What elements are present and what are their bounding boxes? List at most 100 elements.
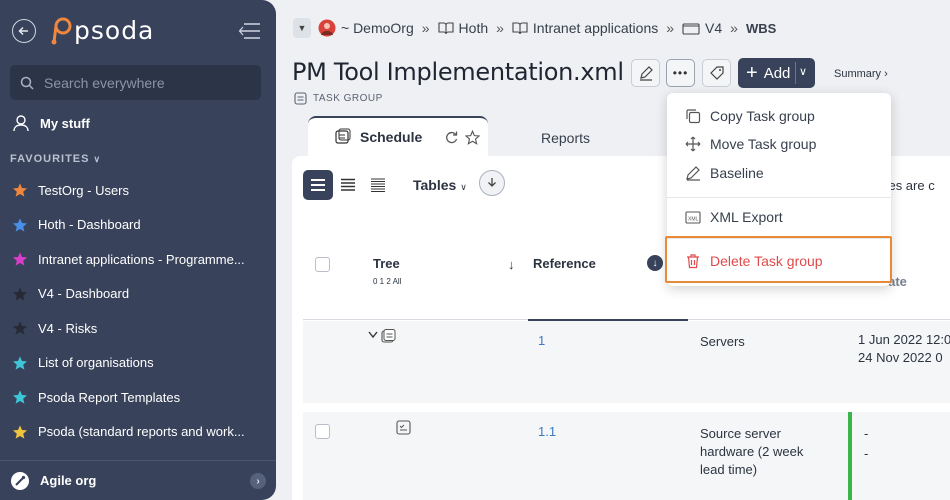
tab-reports[interactable]: Reports [541,130,590,146]
my-stuff-label: My stuff [40,115,90,131]
breadcrumb-separator: » [666,20,675,36]
download-button[interactable] [479,170,505,196]
row-start-date: 1 Jun 2022 12:0 [858,332,950,347]
back-button[interactable] [12,19,36,43]
psoda-logo-icon [51,17,72,45]
psoda-logo[interactable]: psoda [50,14,154,46]
search-icon [20,76,34,90]
chevron-right-icon[interactable]: › [250,473,266,489]
lines-icon [311,179,325,191]
favourite-label: V4 - Risks [38,320,98,336]
breadcrumb-item-current: WBS [746,21,776,36]
search-input[interactable] [44,74,244,91]
tree-header-label: Tree [373,256,400,271]
favourite-item[interactable]: V4 - Dashboard [12,277,262,312]
row-end-date: 24 Nov 2022 0 [858,350,943,365]
search-box[interactable] [10,65,261,100]
add-button[interactable]: + Add ∨ [738,58,815,88]
breadcrumb-item[interactable]: ~ DemoOrg [318,19,414,37]
density-compact-button[interactable] [363,170,393,200]
more-options-button[interactable]: ••• [666,59,695,87]
tables-label: Tables [413,177,457,193]
task-group-icon [381,329,396,343]
org-name: Agile org [40,473,97,488]
density-comfortable-button[interactable] [303,170,333,200]
chevron-down-icon: ∨ [93,154,102,164]
reference-header[interactable]: Reference [533,256,596,271]
menu-item-label: Baseline [710,165,764,181]
collapse-sidebar-icon[interactable] [238,22,262,40]
tab-tools [444,130,480,145]
tag-button[interactable] [702,59,731,87]
row-reference[interactable]: 1 [538,333,545,348]
task-icon [396,420,411,435]
lines-icon [371,178,385,192]
tab-label: Schedule [360,129,423,145]
row-name: Source server hardware (2 week lead time… [700,426,804,477]
tables-dropdown[interactable]: Tables ∨ [413,177,467,193]
breadcrumb-dropdown[interactable]: ▼ [293,18,311,38]
favourite-item[interactable]: V4 - Risks [12,311,262,346]
star-outline-icon[interactable] [465,130,480,145]
breadcrumb-item[interactable]: V4 [682,20,722,36]
breadcrumb-separator: » [496,20,504,36]
breadcrumb-item[interactable]: Intranet applications [512,20,658,36]
plus-icon: + [746,61,758,84]
task-group-icon [294,92,307,105]
breadcrumb-label: WBS [745,20,777,36]
menu-item-label: Copy Task group [710,108,815,124]
ellipsis-icon: ••• [672,66,689,80]
refresh-icon[interactable] [444,130,459,145]
favourite-item[interactable]: TestOrg - Users [12,173,262,208]
move-icon [685,136,701,152]
favourite-label: V4 - Dashboard [38,286,130,302]
edit-button[interactable] [631,59,660,87]
tree-levels[interactable]: 0 1 2 All [373,277,401,286]
menu-item-baseline[interactable]: Baseline [685,165,764,181]
star-icon [13,287,27,301]
menu-item-xml-export[interactable]: XML XML Export [685,209,783,225]
menu-item-move[interactable]: Move Task group [685,136,816,152]
favourite-item[interactable]: Hoth - Dashboard [12,208,262,243]
sort-desc-icon[interactable]: ↓ [647,255,663,271]
user-icon [13,115,29,132]
sidebar-header: psoda [0,0,276,62]
menu-item-copy[interactable]: Copy Task group [685,108,815,124]
table-row[interactable] [303,321,950,403]
favourites-header[interactable]: FAVOURITES ∨ [10,153,101,165]
chevron-down-icon[interactable]: ∨ [799,65,807,78]
breadcrumb-label: Intranet applications [532,20,659,36]
page-subtitle: TASK GROUP [294,92,383,105]
org-avatar-icon [318,19,336,37]
org-switcher[interactable]: Agile org › [0,460,276,500]
my-stuff-link[interactable]: My stuff [12,114,90,132]
chevron-down-icon: ∨ [460,182,467,192]
density-medium-button[interactable] [333,170,363,200]
button-divider [795,62,796,84]
favourite-label: Psoda Report Templates [38,389,181,405]
favourite-item[interactable]: Psoda Report Templates [12,380,262,415]
favourite-item[interactable]: Intranet applications - Programme... [12,242,262,277]
breadcrumb-label: Hoth [458,20,489,36]
star-icon [13,183,27,197]
folder-icon [682,22,700,35]
breadcrumb-item[interactable]: Hoth [437,20,489,36]
page-title: PM Tool Implementation.xml [292,58,624,86]
star-icon [13,356,27,370]
star-icon [13,321,27,335]
sort-arrow-icon[interactable]: ↓ [508,257,515,272]
select-all-checkbox[interactable] [315,257,330,272]
menu-item-label: XML Export [710,209,783,225]
summary-link[interactable]: Summary › [834,68,888,80]
collapse-chevron-icon[interactable] [368,331,378,339]
pencil-icon [639,66,653,81]
tree-header[interactable]: Tree 0 1 2 All [373,256,401,286]
tab-schedule[interactable]: Schedule [308,116,488,156]
delete-highlight-box [665,236,892,283]
row-reference[interactable]: 1.1 [538,424,556,439]
row-checkbox[interactable] [315,424,330,439]
favourite-item[interactable]: List of organisations [12,346,262,381]
book-icon [512,22,528,35]
favourite-item[interactable]: Psoda (standard reports and work... [12,415,262,450]
svg-text:XML: XML [688,217,699,223]
